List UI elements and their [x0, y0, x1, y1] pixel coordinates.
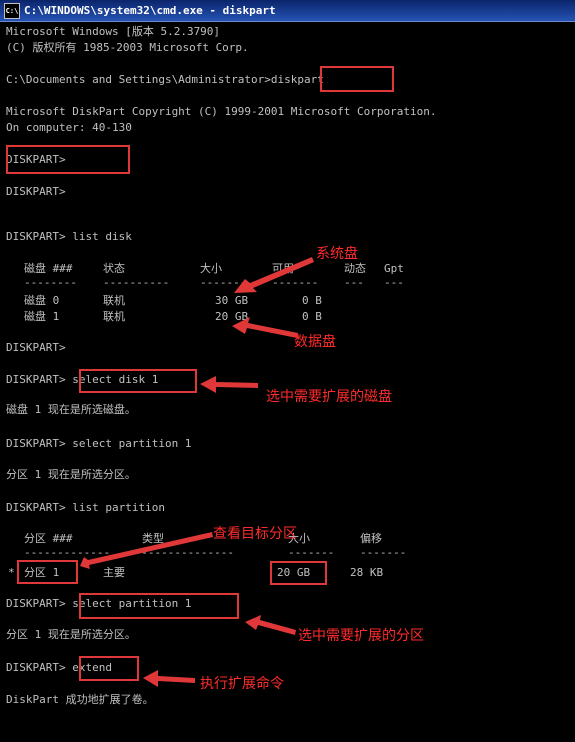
annotation-label: 选中需要扩展的分区: [298, 628, 424, 644]
annotation-label: 查看目标分区: [213, 526, 297, 542]
arrow-icon: [234, 257, 314, 293]
annotation-label: 执行扩展命令: [200, 676, 284, 692]
annotation-label: 系统盘: [316, 246, 358, 262]
arrow-icon: [143, 670, 195, 687]
annotation-label: 选中需要扩展的磁盘: [266, 389, 392, 405]
arrow-icon: [245, 615, 296, 635]
arrow-icon: [232, 317, 298, 338]
arrow-icon: [80, 532, 213, 569]
annotation-label: 数据盘: [294, 334, 336, 350]
annotation-arrows: [80, 257, 314, 687]
arrow-icon: [200, 376, 258, 393]
